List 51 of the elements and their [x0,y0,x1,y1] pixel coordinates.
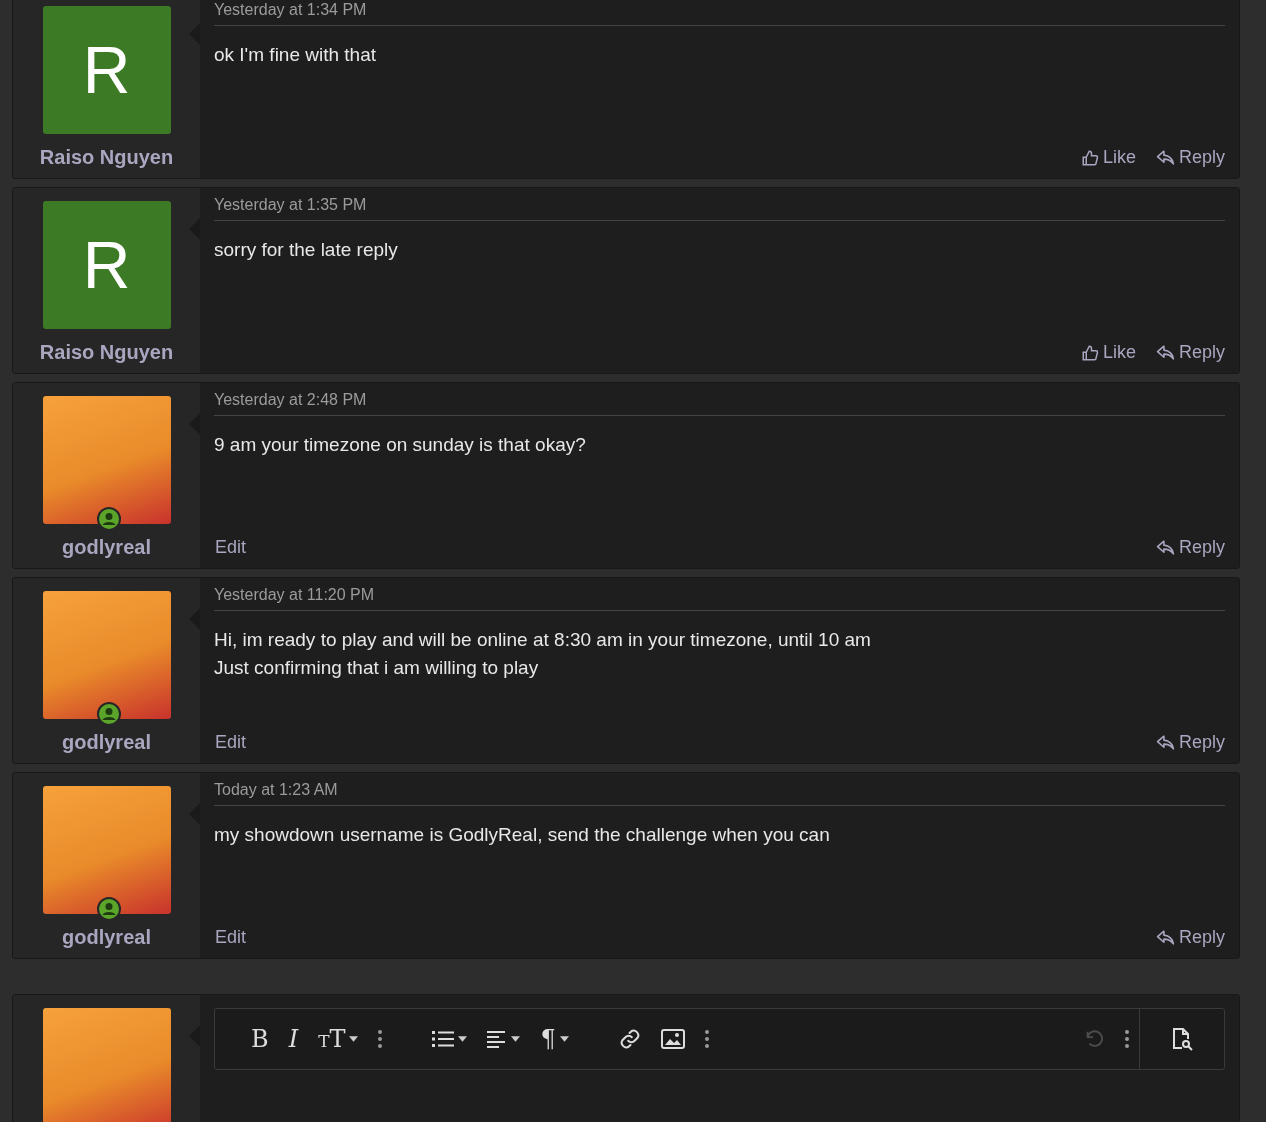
reply-arrow-icon [1155,344,1175,361]
message-date[interactable]: Yesterday at 11:20 PM [214,586,1225,611]
preview-icon [1170,1027,1194,1051]
bullet-list-icon [432,1030,455,1048]
message-text: my showdown username is GodlyReal, send the challenge when you can [214,823,831,847]
reply-arrow-icon [1155,539,1175,556]
reply-button[interactable]: Reply [1155,147,1225,168]
caret-icon [458,1036,468,1042]
align-left-icon [487,1030,508,1048]
reply-button[interactable]: Reply [1155,927,1225,948]
reply-arrow-icon [1155,929,1175,946]
reply-button[interactable]: Reply [1155,732,1225,753]
bold-button[interactable]: B [241,1019,279,1059]
message-date[interactable]: Yesterday at 1:35 PM [214,196,1225,221]
reply-arrow-icon [1155,149,1175,166]
edit-link[interactable]: Edit [215,537,247,558]
caret-icon [511,1036,521,1042]
reply-button[interactable]: Reply [1155,537,1225,558]
message-date[interactable]: Today at 1:23 AM [214,781,1225,806]
like-button[interactable]: Like [1080,342,1136,363]
more-options-icon [704,1030,709,1048]
author-name[interactable]: Raiso Nguyen [39,146,174,169]
author-name[interactable]: godlyreal [62,536,151,559]
message-text: Hi, im ready to play and will be online at 8:30 am in your timezone, until 10 am [214,628,872,652]
text-size-button[interactable]: TT [308,1019,369,1059]
edit-link[interactable]: Edit [215,732,247,753]
italic-button[interactable]: I [278,1019,309,1059]
more-options-icon [378,1030,383,1048]
like-button[interactable]: Like [1080,147,1136,168]
edit-link[interactable]: Edit [215,927,247,948]
more-options-icon [1125,1030,1129,1048]
thumbs-up-icon [1080,343,1099,362]
image-icon [660,1029,685,1049]
caret-icon [349,1036,359,1042]
reply-button[interactable]: Reply [1155,342,1225,363]
letter-avatar[interactable]: R [42,201,171,329]
message-text: Just confirming that i am willing to play [214,656,540,680]
paragraph-format-button[interactable]: ¶ [530,1019,579,1059]
reply-arrow-icon [1155,734,1175,751]
message-text: ok I'm fine with that [214,43,378,67]
message-date[interactable]: Yesterday at 1:34 PM [214,1,1225,26]
link-icon [618,1028,641,1050]
author-name[interactable]: godlyreal [62,731,151,754]
message-date[interactable]: Yesterday at 2:48 PM [214,391,1225,416]
thumbs-up-icon [1080,148,1099,167]
caret-icon [559,1036,569,1042]
letter-avatar[interactable]: R [42,6,171,134]
message-text: 9 am your timezone on sunday is that okay? [214,433,587,457]
author-name[interactable]: Raiso Nguyen [39,341,174,364]
message-text: sorry for the late reply [214,238,399,262]
author-name[interactable]: godlyreal [62,926,151,949]
